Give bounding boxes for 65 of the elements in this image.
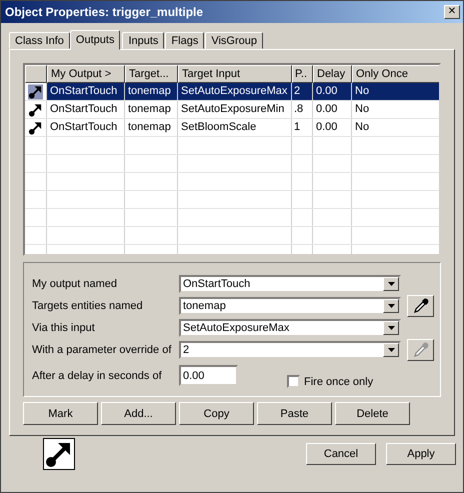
window-title: Object Properties: trigger_multiple: [5, 5, 204, 19]
table-cell: OnStartTouch: [47, 101, 125, 118]
table-cell: OnStartTouch: [47, 83, 125, 100]
field-label: Via this input: [32, 322, 96, 334]
connection-icon: [28, 120, 43, 136]
delay-field[interactable]: 0.00: [179, 365, 238, 386]
field-label: After a delay in seconds of: [32, 370, 163, 382]
combo-box[interactable]: OnStartTouch: [179, 274, 401, 293]
table-cell: 0.00: [313, 101, 352, 118]
table-cell: SetAutoExposureMin: [178, 101, 292, 118]
action-button[interactable]: Delete: [335, 402, 410, 425]
eyedropper-icon: [412, 340, 430, 359]
dialog-button[interactable]: Apply: [386, 443, 456, 465]
fire-once-checkbox[interactable]: Fire once only: [287, 375, 374, 388]
table-cell: No: [352, 83, 439, 100]
tab[interactable]: Outputs: [70, 30, 120, 50]
table-cell: 0.00: [313, 119, 352, 136]
action-button[interactable]: Copy: [179, 402, 254, 425]
tab[interactable]: VisGroup: [205, 32, 263, 49]
field-label: Targets entities named: [32, 300, 144, 312]
dropdown-arrow-icon: [388, 348, 394, 352]
connection-icon: [28, 84, 43, 100]
table-cell: .8: [292, 101, 313, 118]
dropdown-arrow-icon: [388, 326, 394, 330]
table-cell: 0.00: [313, 83, 352, 100]
table-cell: 1: [292, 119, 313, 136]
connection-icon: [43, 438, 75, 470]
column-header[interactable]: [25, 65, 47, 83]
checkbox[interactable]: [287, 375, 300, 388]
table-row[interactable]: OnStartTouch tonemap SetAutoExposureMin .8 0.00 No: [25, 101, 439, 119]
tab[interactable]: Class Info: [9, 32, 70, 49]
table-cell: OnStartTouch: [47, 119, 125, 136]
action-button[interactable]: Mark: [23, 402, 98, 425]
dropdown-arrow-icon: [388, 304, 394, 308]
dialog-button[interactable]: Cancel: [306, 443, 376, 465]
column-header[interactable]: My Output >: [47, 65, 125, 83]
table-cell: SetAutoExposureMax: [178, 83, 292, 100]
eyedropper-icon: [412, 296, 430, 315]
column-header[interactable]: Delay: [313, 65, 352, 83]
eyedropper-button[interactable]: [407, 294, 434, 317]
table-cell-text: No: [354, 102, 370, 117]
table-row[interactable]: OnStartTouch tonemap SetBloomScale 1 0.00 No: [25, 119, 439, 137]
field-label: My output named: [32, 278, 118, 290]
connection-icon: [28, 102, 43, 118]
column-header[interactable]: P..: [292, 65, 313, 83]
column-header[interactable]: Target Input: [178, 65, 292, 83]
table-cell-text: No: [354, 120, 370, 135]
column-header[interactable]: Target...: [125, 65, 178, 83]
table-cell: 2: [292, 83, 313, 100]
close-button[interactable]: ✕: [444, 5, 460, 19]
combo-box[interactable]: tonemap: [179, 296, 401, 315]
table-cell: tonemap: [125, 83, 178, 100]
dropdown-arrow-icon: [388, 282, 394, 286]
combo-box[interactable]: 2: [179, 340, 401, 359]
table-cell: tonemap: [125, 101, 178, 118]
combo-box[interactable]: SetAutoExposureMax: [179, 318, 401, 337]
tab[interactable]: Flags: [165, 32, 204, 49]
column-header[interactable]: Only Once: [352, 65, 439, 83]
table-cell: tonemap: [125, 119, 178, 136]
table-row[interactable]: OnStartTouch tonemap SetAutoExposureMax 2 0.00 No: [25, 83, 439, 101]
field-label: With a parameter override of: [32, 344, 172, 356]
table-cell: SetBloomScale: [178, 119, 292, 136]
action-button[interactable]: Add...: [101, 402, 176, 425]
tab[interactable]: Inputs: [122, 32, 164, 49]
action-button[interactable]: Paste: [257, 402, 332, 425]
